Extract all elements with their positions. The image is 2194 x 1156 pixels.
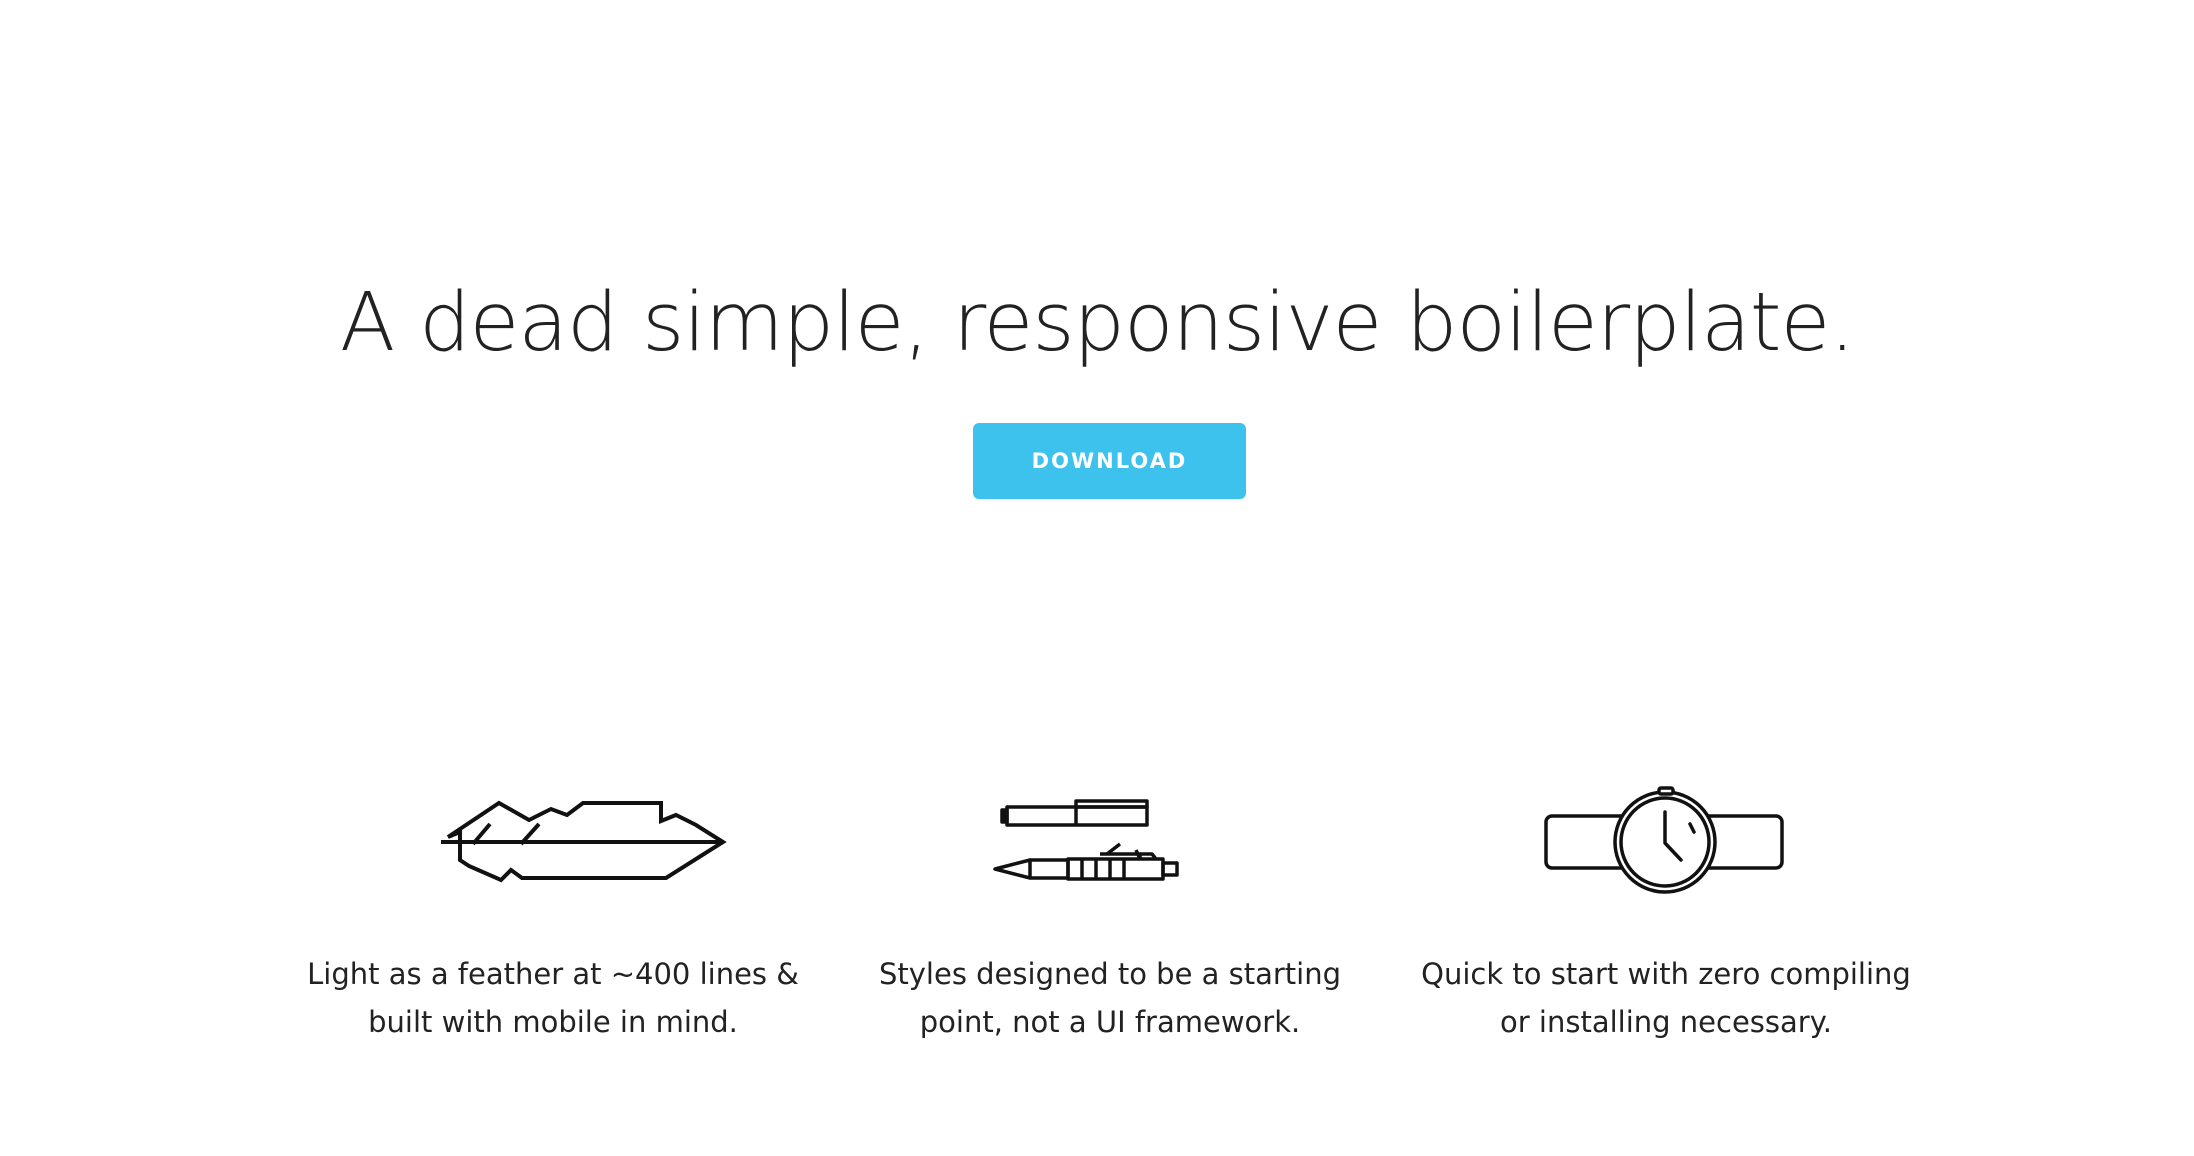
feature-light: Light as a feather at ~400 lines & built…	[293, 770, 813, 1046]
page: A dead simple, responsive boilerplate. D…	[0, 0, 2194, 1156]
feature-text-line: Quick to start with zero compiling	[1421, 957, 1911, 991]
pens-icon	[993, 799, 1179, 881]
feature-text-line: or installing necessary.	[1500, 1005, 1832, 1039]
feature-text-line: Light as a feather at ~400 lines &	[307, 957, 799, 991]
feature-text-line: Styles designed to be a starting	[878, 957, 1342, 991]
feature-styles: Styles designed to be a starting point, …	[850, 770, 1370, 1046]
feature-quick: Quick to start with zero compiling or in…	[1406, 770, 1926, 1046]
hero-title: A dead simple, responsive boilerplate.	[339, 276, 1855, 370]
feature-text-line: point, not a UI framework.	[919, 1005, 1301, 1039]
feather-icon	[441, 800, 727, 883]
feature-text-line: built with mobile in mind.	[368, 1005, 738, 1039]
watch-icon	[1544, 786, 1784, 894]
download-button[interactable]: DOWNLOAD	[973, 423, 1246, 499]
